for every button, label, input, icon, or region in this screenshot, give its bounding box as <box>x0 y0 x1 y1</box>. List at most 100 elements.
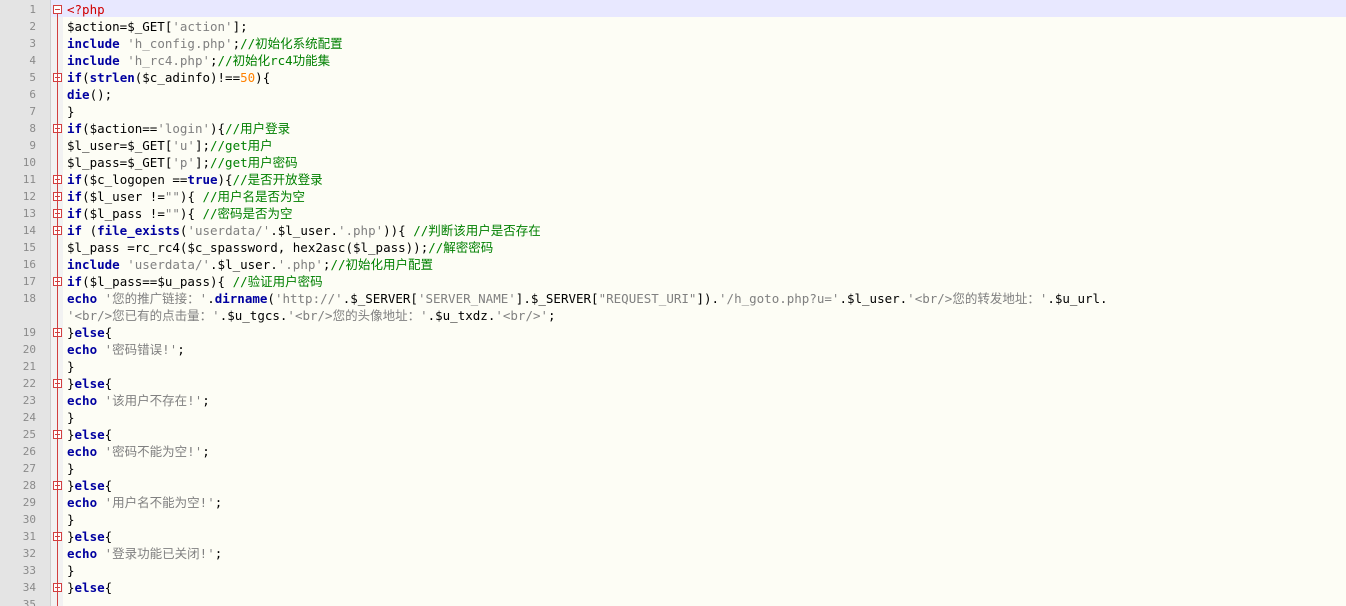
code-token: else <box>74 529 105 544</box>
code-token: echo <box>67 444 105 459</box>
code-line[interactable]: die(); <box>67 86 112 103</box>
code-token: ($c_adinfo)!== <box>134 70 241 85</box>
code-token: .$u_url. <box>1047 291 1108 306</box>
code-line[interactable]: if($l_pass==$u_pass){ //验证用户密码 <box>67 273 323 290</box>
code-token: } <box>67 478 75 493</box>
code-line[interactable]: if (file_exists('userdata/'.$l_user.'.ph… <box>67 222 541 239</box>
code-token: ){ <box>179 189 203 204</box>
code-token: ; <box>210 53 218 68</box>
line-number: 6 <box>29 88 36 101</box>
code-token: ; <box>214 495 223 510</box>
code-token: { <box>104 376 113 391</box>
code-line[interactable]: } <box>67 358 75 375</box>
code-token: if <box>67 223 90 238</box>
code-token: echo <box>67 495 105 510</box>
code-line[interactable]: include 'h_config.php';//初始化系统配置 <box>67 35 343 52</box>
fold-guide-line <box>57 14 58 606</box>
line-number: 5 <box>29 71 36 84</box>
code-token: if <box>67 189 83 204</box>
code-token: "REQUEST_URI" <box>598 291 697 306</box>
code-line[interactable]: } <box>67 511 75 528</box>
code-token: { <box>104 529 113 544</box>
code-line[interactable]: echo '您的推广链接：'.dirname('http://'.$_SERVE… <box>67 290 1108 307</box>
code-token: } <box>67 461 75 476</box>
code-token: echo <box>67 546 105 561</box>
line-number: 15 <box>22 241 36 254</box>
code-line[interactable]: } <box>67 562 75 579</box>
code-line[interactable]: <?php <box>67 1 105 18</box>
code-line[interactable]: echo '密码错误!'; <box>67 341 185 358</box>
code-line[interactable]: echo '密码不能为空!'; <box>67 443 210 460</box>
line-number: 28 <box>22 479 36 492</box>
code-line[interactable]: echo '用户名不能为空!'; <box>67 494 222 511</box>
code-line[interactable]: }else{ <box>67 324 112 341</box>
code-token: //get用户 <box>210 138 273 153</box>
code-editor[interactable]: 1 <?php 2 $action=$_GET['action']; 3 include … <box>0 0 1346 606</box>
code-token: dirname <box>214 291 268 306</box>
code-token: 'SERVER_NAME' <box>417 291 516 306</box>
code-token: 'u' <box>172 138 195 153</box>
code-token: ($l_user != <box>82 189 165 204</box>
line-number: 16 <box>22 258 36 271</box>
code-token: include <box>67 36 128 51</box>
code-token: //判断该用户是否存在 <box>413 223 541 238</box>
code-line[interactable]: '<br/>您已有的点击量：'.$u_tgcs.'<br/>您的头像地址：'.$… <box>67 307 556 324</box>
fold-toggle-icon[interactable] <box>53 5 62 14</box>
code-line[interactable]: $action=$_GET['action']; <box>67 18 248 35</box>
code-line[interactable]: include 'userdata/'.$l_user.'.php';//初始化… <box>67 256 433 273</box>
code-line[interactable]: if($l_pass !=""){ //密码是否为空 <box>67 205 293 222</box>
code-token: die <box>67 87 90 102</box>
code-token: ){ <box>217 172 233 187</box>
code-token: ; <box>214 546 223 561</box>
code-token: else <box>74 478 105 493</box>
code-token: '<br/>您的头像地址：' <box>287 308 428 323</box>
code-token: ]; <box>232 19 248 34</box>
code-line[interactable]: }else{ <box>67 477 112 494</box>
code-line[interactable]: if(strlen($c_adinfo)!==50){ <box>67 69 270 86</box>
code-line[interactable]: echo '该用户不存在!'; <box>67 392 210 409</box>
code-line[interactable]: } <box>67 409 75 426</box>
code-line[interactable]: include 'h_rc4.php';//初始化rc4功能集 <box>67 52 330 69</box>
code-token: if <box>67 172 83 187</box>
line-number: 9 <box>29 139 36 152</box>
code-token: ; <box>177 342 185 357</box>
code-token: 'p' <box>172 155 195 170</box>
code-token: ; <box>202 444 210 459</box>
line-number: 4 <box>29 54 36 67</box>
code-line[interactable]: if($c_logopen ==true){//是否开放登录 <box>67 171 323 188</box>
code-token: "" <box>164 189 180 204</box>
code-line[interactable]: $l_user=$_GET['u'];//get用户 <box>67 137 273 154</box>
code-token: { <box>104 325 113 340</box>
line-number: 33 <box>22 564 36 577</box>
code-line[interactable]: $l_pass =rc_rc4($c_spassword, hex2asc($l… <box>67 239 493 256</box>
code-line[interactable]: echo '登录功能已关闭!'; <box>67 545 222 562</box>
code-token: 'login' <box>157 121 211 136</box>
code-token: . <box>207 291 215 306</box>
line-number: 23 <box>22 394 36 407</box>
line-number: 24 <box>22 411 36 424</box>
code-token: } <box>67 359 75 374</box>
code-token: echo <box>67 393 105 408</box>
line-number: 1 <box>29 3 36 16</box>
code-token: ]; <box>194 138 210 153</box>
code-token: '<br/>' <box>495 308 549 323</box>
code-line[interactable]: }else{ <box>67 375 112 392</box>
code-token: //验证用户密码 <box>232 274 323 289</box>
code-token: //初始化用户配置 <box>330 257 433 272</box>
code-token: ($l_pass==$u_pass){ <box>82 274 233 289</box>
code-line[interactable]: } <box>67 103 75 120</box>
code-line[interactable]: if($action=='login'){//用户登录 <box>67 120 290 137</box>
code-token: 'h_config.php' <box>127 36 233 51</box>
code-line[interactable]: } <box>67 460 75 477</box>
code-token: "" <box>164 206 180 221</box>
code-token: echo <box>67 342 105 357</box>
code-token: if <box>67 206 83 221</box>
code-token: )){ <box>383 223 414 238</box>
line-number: 29 <box>22 496 36 509</box>
code-line[interactable]: }else{ <box>67 528 112 545</box>
code-token: ; <box>202 393 210 408</box>
code-line[interactable]: $l_pass=$_GET['p'];//get用户密码 <box>67 154 298 171</box>
code-line[interactable]: if($l_user !=""){ //用户名是否为空 <box>67 188 305 205</box>
code-line[interactable]: }else{ <box>67 426 112 443</box>
code-line[interactable]: }else{ <box>67 579 112 596</box>
